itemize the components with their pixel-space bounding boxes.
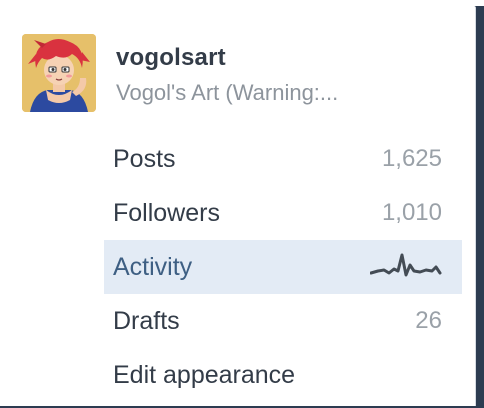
menu-item-label: Activity bbox=[113, 252, 193, 281]
drafts-count: 26 bbox=[415, 307, 442, 334]
avatar-illustration-icon bbox=[22, 34, 96, 112]
menu-item-drafts[interactable]: Drafts 26 bbox=[104, 294, 462, 348]
followers-count: 1,010 bbox=[381, 199, 442, 226]
menu-item-posts[interactable]: Posts 1,625 bbox=[104, 132, 462, 186]
blog-title: Vogol's Art (Warning:... bbox=[116, 80, 339, 105]
menu-item-label: Drafts bbox=[113, 306, 180, 335]
menu-item-label: Followers bbox=[113, 198, 220, 227]
blog-stats-menu: Posts 1,625 Followers 1,010 Activity Dra… bbox=[104, 132, 462, 402]
menu-item-followers[interactable]: Followers 1,010 bbox=[104, 186, 462, 240]
menu-item-edit-appearance[interactable]: Edit appearance bbox=[104, 348, 462, 402]
blog-menu-card: vogolsart Vogol's Art (Warning:... Posts… bbox=[0, 6, 476, 406]
menu-item-label: Posts bbox=[113, 144, 176, 173]
blog-avatar[interactable] bbox=[22, 34, 96, 112]
blog-name[interactable]: vogolsart bbox=[116, 44, 226, 72]
menu-item-activity[interactable]: Activity bbox=[104, 240, 462, 294]
menu-item-label: Edit appearance bbox=[113, 360, 296, 389]
activity-sparkline-icon bbox=[370, 253, 442, 277]
posts-count: 1,625 bbox=[381, 145, 442, 172]
